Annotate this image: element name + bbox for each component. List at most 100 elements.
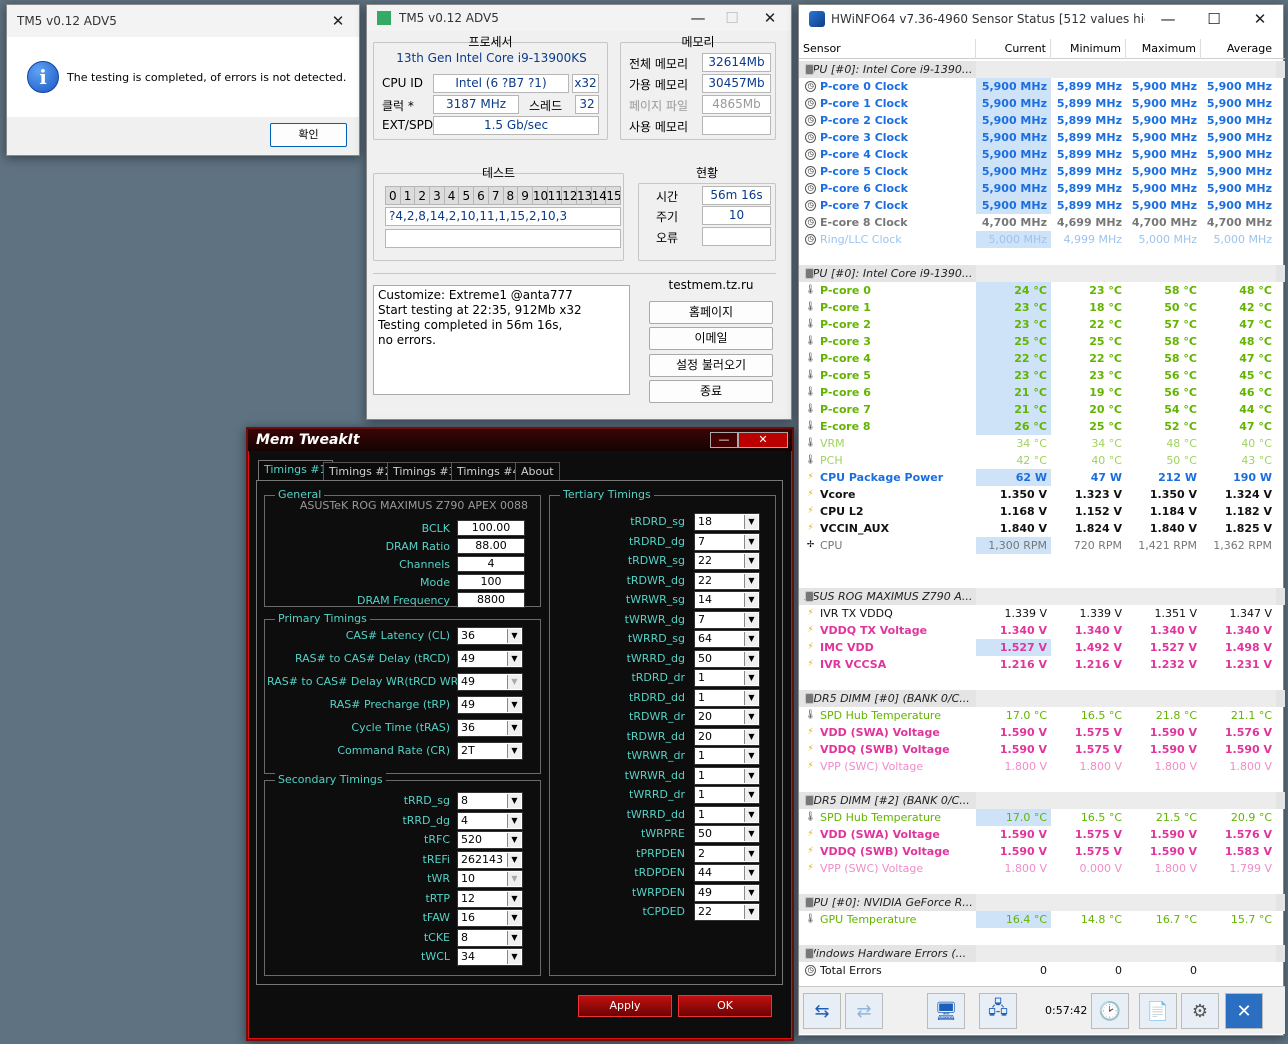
- minimize-icon[interactable]: —: [710, 432, 738, 448]
- chevron-down-icon[interactable]: ▼: [744, 788, 758, 802]
- col-minimum[interactable]: Minimum: [1051, 39, 1126, 59]
- table-row[interactable]: ⚡ VDDQ (SWB) Voltage 1.590 V 1.575 V 1.590 V…: [799, 843, 1285, 860]
- minimize-icon[interactable]: —: [1145, 5, 1191, 33]
- table-row[interactable]: ⚡ Vcore 1.350 V 1.323 V 1.350 V 1.324 V: [799, 486, 1285, 503]
- timing-dropdown[interactable]: 262143 ▼: [457, 850, 523, 869]
- table-row[interactable]: ◷ E-core 8 Clock 4,700 MHz 4,699 MHz 4,700 M…: [799, 214, 1285, 231]
- timing-dropdown[interactable]: 7 ▼: [694, 532, 760, 551]
- table-row[interactable]: ⚡ CPU L2 1.168 V 1.152 V 1.184 V 1.182 V: [799, 503, 1285, 520]
- timing-dropdown[interactable]: 4 ▼: [457, 811, 523, 830]
- timing-dropdown[interactable]: 20 ▼: [694, 708, 760, 726]
- table-row[interactable]: ◷ P-core 0 Clock 5,900 MHz 5,899 MHz 5,900 M…: [799, 78, 1285, 95]
- timing-dropdown[interactable]: 1 ▼: [694, 805, 760, 824]
- table-row[interactable]: ◷ P-core 5 Clock 5,900 MHz 5,899 MHz 5,900 M…: [799, 163, 1285, 180]
- table-row[interactable]: ⚡ CPU Package Power 62 W 47 W 212 W 190 W: [799, 469, 1285, 486]
- table-row[interactable]: 🌡 PCH 42 °C 40 °C 50 °C 43 °C: [799, 452, 1285, 469]
- ok-button[interactable]: 확인: [270, 123, 347, 147]
- timing-dropdown[interactable]: 1 ▼: [694, 766, 760, 785]
- table-row[interactable]: ✢ CPU 1,300 RPM 720 RPM 1,421 RPM 1,362 RPM: [799, 537, 1285, 554]
- timing-dropdown[interactable]: 2 ▼: [694, 844, 760, 863]
- monitor-icon[interactable]: 🖥: [927, 993, 965, 1029]
- close-icon[interactable]: ✕: [1237, 5, 1283, 33]
- chevron-down-icon[interactable]: ▼: [744, 885, 758, 900]
- timing-dropdown[interactable]: 36 ▼: [457, 719, 523, 737]
- table-row[interactable]: ◷ P-core 2 Clock 5,900 MHz 5,899 MHz 5,900 M…: [799, 112, 1285, 129]
- col-current[interactable]: Current: [976, 39, 1051, 59]
- chevron-down-icon[interactable]: ▼: [744, 690, 758, 705]
- timing-dropdown[interactable]: 34 ▼: [457, 948, 523, 966]
- timing-dropdown[interactable]: 7 ▼: [694, 610, 760, 629]
- table-row[interactable]: ⚡ VDDQ TX Voltage 1.340 V 1.340 V 1.340 V 1.3…: [799, 622, 1285, 639]
- table-row[interactable]: ⚡ VPP (SWC) Voltage 1.800 V 0.000 V 1.800 V 1…: [799, 860, 1285, 877]
- table-row[interactable]: ⚡ VDD (SWA) Voltage 1.590 V 1.575 V 1.590 V 1…: [799, 826, 1285, 843]
- timing-dropdown[interactable]: 49 ▼: [457, 696, 523, 714]
- timing-dropdown[interactable]: 18 ▼: [694, 513, 760, 531]
- timing-dropdown[interactable]: 1 ▼: [694, 786, 760, 804]
- timing-dropdown[interactable]: 12 ▼: [457, 889, 523, 908]
- timing-dropdown[interactable]: 1 ▼: [694, 688, 760, 707]
- chevron-down-icon[interactable]: ▼: [744, 632, 758, 646]
- chevron-down-icon[interactable]: ▼: [744, 593, 758, 607]
- timing-dropdown[interactable]: 22 ▼: [694, 552, 760, 570]
- timing-dropdown[interactable]: 50 ▼: [694, 825, 760, 843]
- close-icon[interactable]: ✕: [749, 5, 791, 31]
- table-row[interactable]: 🌡 E-core 8 26 °C 25 °C 52 °C 47 °C: [799, 418, 1285, 435]
- chevron-down-icon[interactable]: ▼: [507, 675, 521, 689]
- chevron-down-icon[interactable]: ▼: [744, 612, 758, 627]
- timing-dropdown[interactable]: 49 ▼: [457, 650, 523, 668]
- chevron-down-icon[interactable]: ▼: [744, 573, 758, 588]
- table-row[interactable]: ⚡ VDD (SWA) Voltage 1.590 V 1.575 V 1.590 V 1…: [799, 724, 1285, 741]
- hwinfo-titlebar[interactable]: HWiNFO64 v7.36-4960 Sensor Status [512 v…: [799, 5, 1283, 33]
- chevron-down-icon[interactable]: ▼: [744, 534, 758, 549]
- chevron-down-icon[interactable]: ▼: [507, 833, 521, 847]
- chevron-down-icon[interactable]: ▼: [744, 729, 758, 744]
- table-row[interactable]: ⚡ VDDQ (SWB) Voltage 1.590 V 1.575 V 1.590 V…: [799, 741, 1285, 758]
- maximize-icon[interactable]: ☐: [1191, 5, 1237, 33]
- col-maximum[interactable]: Maximum: [1126, 39, 1201, 59]
- chevron-down-icon[interactable]: ▼: [507, 852, 521, 867]
- chevron-down-icon[interactable]: ▼: [744, 651, 758, 666]
- chevron-down-icon[interactable]: ▼: [507, 930, 521, 945]
- chevron-down-icon[interactable]: ▼: [744, 807, 758, 822]
- timing-dropdown[interactable]: 8 ▼: [457, 792, 523, 810]
- close-icon[interactable]: ✕: [738, 432, 788, 448]
- chevron-down-icon[interactable]: ▼: [507, 629, 521, 643]
- timing-dropdown[interactable]: 44 ▼: [694, 864, 760, 882]
- table-row[interactable]: ⚡ IVR VCCSA 1.216 V 1.216 V 1.232 V 1.231 V: [799, 656, 1285, 673]
- settings-icon[interactable]: ⚙: [1181, 993, 1219, 1029]
- timing-dropdown[interactable]: 49 ▼: [694, 883, 760, 902]
- load-config-button[interactable]: 설정 불러오기: [649, 354, 773, 377]
- timing-dropdown[interactable]: 2T ▼: [457, 742, 523, 760]
- chevron-down-icon[interactable]: ▼: [507, 872, 521, 886]
- table-row[interactable]: 🌡 P-core 1 23 °C 18 °C 50 °C 42 °C: [799, 299, 1285, 316]
- timing-dropdown[interactable]: 22 ▼: [694, 571, 760, 590]
- log-textarea[interactable]: Customize: Extreme1 @anta777 Start testi…: [373, 285, 630, 395]
- table-row[interactable]: ◷ P-core 1 Clock 5,900 MHz 5,899 MHz 5,900 M…: [799, 95, 1285, 112]
- chevron-down-icon[interactable]: ▼: [744, 554, 758, 568]
- memtweakit-titlebar[interactable]: Mem TweakIt — ✕: [248, 429, 792, 451]
- table-row[interactable]: ◷ Ring/LLC Clock 5,000 MHz 4,999 MHz 5,000 M…: [799, 231, 1285, 248]
- chevron-down-icon[interactable]: ▼: [507, 891, 521, 906]
- close-sensors-icon[interactable]: ✕: [1225, 993, 1263, 1029]
- chevron-down-icon[interactable]: ▼: [744, 866, 758, 880]
- sensor-group-header[interactable]: CPU [#0]: Intel Core i9-1390...: [799, 61, 1285, 78]
- ok-button[interactable]: OK: [678, 995, 772, 1017]
- timing-dropdown[interactable]: 20 ▼: [694, 727, 760, 746]
- email-button[interactable]: 이메일: [649, 327, 773, 350]
- timing-dropdown[interactable]: 36 ▼: [457, 627, 523, 645]
- chevron-down-icon[interactable]: ▼: [744, 515, 758, 529]
- timing-dropdown[interactable]: 50 ▼: [694, 649, 760, 668]
- timing-dropdown[interactable]: 1 ▼: [694, 747, 760, 765]
- add-report-icon[interactable]: 📄: [1139, 993, 1177, 1029]
- sensor-group-header[interactable]: CPU [#0]: Intel Core i9-1390...: [799, 265, 1285, 282]
- timing-dropdown[interactable]: 64 ▼: [694, 630, 760, 648]
- timing-dropdown[interactable]: 22 ▼: [694, 903, 760, 921]
- clock-icon[interactable]: 🕑: [1091, 993, 1129, 1029]
- table-row[interactable]: 🌡 P-core 0 24 °C 23 °C 58 °C 48 °C: [799, 282, 1285, 299]
- timing-dropdown[interactable]: 8 ▼: [457, 928, 523, 947]
- timing-dropdown[interactable]: 1 ▼: [694, 669, 760, 687]
- sensor-group-header[interactable]: ASUS ROG MAXIMUS Z790 A...: [799, 588, 1285, 605]
- table-row[interactable]: 🌡 P-core 3 25 °C 25 °C 58 °C 48 °C: [799, 333, 1285, 350]
- timing-dropdown[interactable]: 520 ▼: [457, 831, 523, 849]
- col-sensor[interactable]: Sensor: [799, 39, 976, 59]
